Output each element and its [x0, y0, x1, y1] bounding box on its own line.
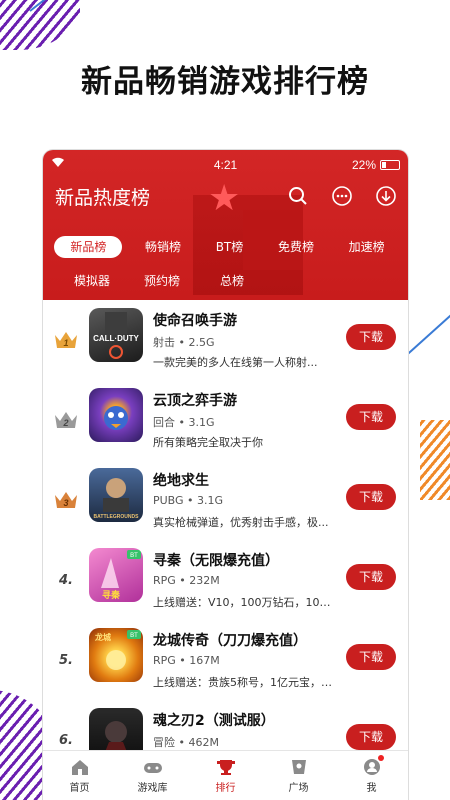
game-name: 魂之刃2（测试服） — [153, 713, 275, 729]
notification-dot — [378, 755, 384, 761]
status-bar: 4:21 22% — [43, 150, 408, 180]
nav-game-library[interactable]: 游戏库 — [116, 751, 189, 800]
battery-percent: 22% — [351, 158, 376, 172]
search-icon[interactable] — [286, 184, 310, 208]
game-desc: 上线赠送：V10，100万钻石，1000... — [153, 596, 333, 609]
crown-icon: 3 — [53, 487, 79, 513]
corner-stripes-right — [420, 420, 450, 500]
crown-icon: 2 — [53, 407, 79, 433]
nav-label: 排行 — [215, 782, 236, 794]
message-icon[interactable] — [330, 184, 354, 208]
game-name: 绝地求生 — [153, 473, 209, 489]
rank-number: 1 — [63, 338, 68, 348]
tab-overall[interactable]: 总榜 — [197, 270, 267, 292]
svg-text:BT: BT — [130, 553, 138, 559]
list-item[interactable]: 2 云顶之弈手游 回合 • 3.1G 所有策略完全取决于你 下载 — [43, 380, 408, 460]
game-icon[interactable] — [89, 708, 143, 750]
game-icon[interactable]: CALL·DUTY — [89, 308, 143, 362]
game-icon[interactable]: BT 龙城 — [89, 628, 143, 682]
svg-text:BT: BT — [130, 633, 138, 639]
battery-icon — [380, 160, 400, 170]
app-header: ★ 4:21 22% 新品热度榜 新品榜 畅销榜 BT榜 免费榜 加速榜 模拟器… — [43, 150, 408, 300]
nav-ranking[interactable]: 排行 — [189, 751, 262, 800]
crown-icon: 1 — [53, 327, 79, 353]
corner-stripes-top-left — [0, 0, 80, 60]
game-meta: RPG • 167M — [153, 654, 220, 667]
tab-new[interactable]: 新品榜 — [54, 236, 123, 258]
list-item[interactable]: 6. 魂之刃2（测试服） 冒险 • 462M 下载 — [43, 700, 408, 750]
nav-label: 广场 — [288, 782, 309, 794]
game-meta: 冒险 • 462M — [153, 736, 219, 749]
game-desc: 真实枪械弹道，优秀射击手感，极... — [153, 516, 329, 529]
tab-reserve[interactable]: 预约榜 — [127, 270, 197, 292]
list-item[interactable]: 3 BATTLEGROUNDS 绝地求生 PUBG • 3.1G 真实枪械弹道，… — [43, 460, 408, 540]
tab-bestseller[interactable]: 畅销榜 — [133, 236, 193, 258]
game-name: 龙城传奇（刀刀爆充值） — [153, 633, 307, 649]
game-desc: 上线赠送：贵族5称号，1亿元宝，50... — [153, 676, 333, 689]
nav-me[interactable]: 我 — [335, 751, 408, 800]
bottom-nav: 首页 游戏库 排行 广场 我 — [43, 750, 408, 800]
game-name: 使命召唤手游 — [153, 313, 237, 329]
gamepad-icon — [143, 762, 162, 773]
nav-label: 首页 — [69, 782, 90, 794]
trophy-icon — [216, 759, 235, 775]
star-icon: ★ — [208, 178, 241, 219]
game-meta: 射击 • 2.5G — [153, 336, 215, 349]
nav-home[interactable]: 首页 — [43, 751, 116, 800]
game-icon[interactable]: BATTLEGROUNDS — [89, 468, 143, 522]
app-title: 新品热度榜 — [55, 187, 151, 209]
download-button[interactable]: 下载 — [346, 564, 396, 590]
game-icon-text: BATTLEGROUNDS — [94, 514, 140, 520]
phone-screen: ★ 4:21 22% 新品热度榜 新品榜 畅销榜 BT榜 免费榜 加速榜 模拟器… — [43, 150, 408, 800]
game-icon-text: 寻秦 — [102, 589, 121, 601]
rank-number: 3 — [63, 498, 68, 508]
game-meta: RPG • 232M — [153, 574, 220, 587]
home-icon — [71, 759, 88, 775]
download-button[interactable]: 下载 — [346, 324, 396, 350]
rank-number: 4. — [59, 572, 73, 588]
tab-accelerate[interactable]: 加速榜 — [337, 236, 397, 258]
ranking-tabs-secondary: 模拟器 预约榜 总榜 — [43, 270, 408, 292]
nav-square[interactable]: 广场 — [262, 751, 335, 800]
list-item[interactable]: 5. BT 龙城 龙城传奇（刀刀爆充值） RPG • 167M 上线赠送：贵族5称… — [43, 620, 408, 700]
list-item[interactable]: 4. BT 寻秦 寻秦（无限爆充值） RPG • 232M 上线赠送：V10，10… — [43, 540, 408, 620]
download-icon[interactable] — [374, 184, 398, 208]
download-button[interactable]: 下载 — [346, 484, 396, 510]
list-item[interactable]: 1 CALL·DUTY 使命召唤手游 射击 • 2.5G 一款完美的多人在线第一… — [43, 300, 408, 380]
game-name: 云顶之弈手游 — [153, 393, 237, 409]
nav-label: 我 — [366, 782, 377, 794]
game-desc: 一款完美的多人在线第一人称射... — [153, 356, 318, 369]
tab-emulator[interactable]: 模拟器 — [57, 270, 127, 292]
game-desc: 所有策略完全取决于你 — [153, 436, 263, 449]
game-icon[interactable] — [89, 388, 143, 442]
ranking-tabs: 新品榜 畅销榜 BT榜 免费榜 加速榜 — [43, 236, 408, 258]
game-list: 1 CALL·DUTY 使命召唤手游 射击 • 2.5G 一款完美的多人在线第一… — [43, 300, 408, 750]
tab-bt[interactable]: BT榜 — [204, 236, 256, 258]
nav-label: 游戏库 — [137, 782, 168, 794]
battery-indicator: 22% — [352, 158, 400, 172]
game-icon-text: 龙城 — [94, 632, 111, 642]
download-button[interactable]: 下载 — [346, 724, 396, 750]
rank-number: 6. — [59, 732, 73, 748]
game-icon-text: CALL·DUTY — [93, 334, 139, 343]
game-meta: 回合 • 3.1G — [153, 416, 215, 429]
game-icon[interactable]: BT 寻秦 — [89, 548, 143, 602]
download-button[interactable]: 下载 — [346, 644, 396, 670]
tab-free[interactable]: 免费榜 — [266, 236, 326, 258]
square-icon — [291, 759, 306, 774]
game-meta: PUBG • 3.1G — [153, 494, 224, 507]
rank-number: 5. — [59, 652, 73, 668]
rank-number: 2 — [62, 418, 68, 428]
promo-headline: 新品畅销游戏排行榜 — [81, 64, 369, 100]
game-name: 寻秦（无限爆充值） — [153, 553, 279, 569]
download-button[interactable]: 下载 — [346, 404, 396, 430]
